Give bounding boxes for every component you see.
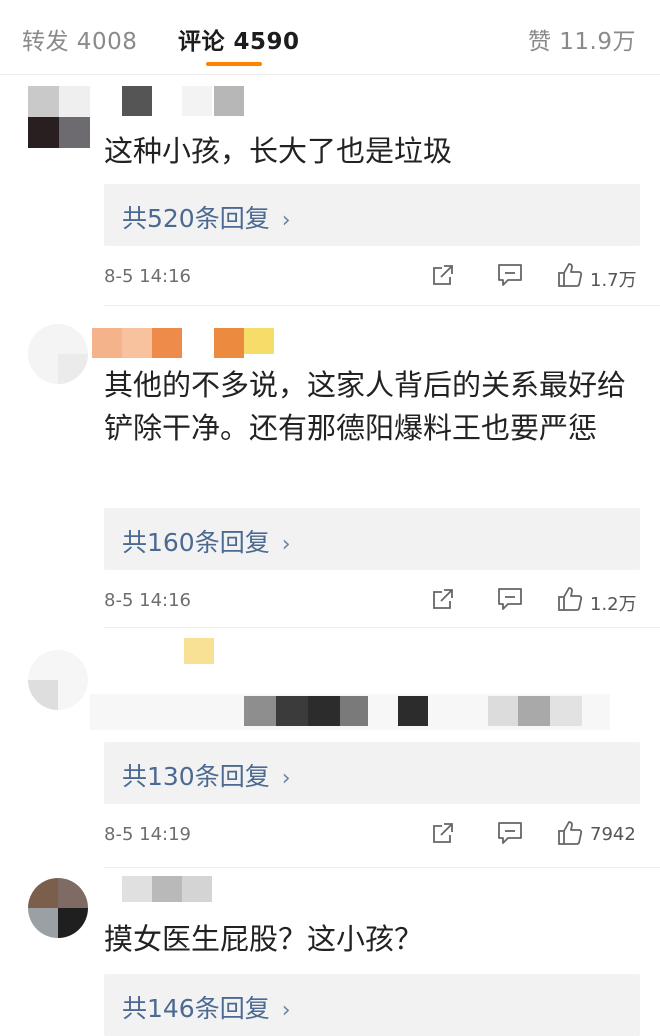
replies-count-label: 共146条回复 — [122, 994, 270, 1023]
tab-likes[interactable]: 赞 11.9万 — [528, 22, 636, 56]
replies-count-label: 共130条回复 — [122, 762, 270, 791]
active-tab-indicator — [206, 62, 262, 66]
share-icon[interactable] — [430, 586, 456, 612]
like-count: 7942 — [590, 824, 636, 845]
avatar-blurred — [28, 86, 90, 148]
comment-meta: 8-5 14:16 1.2万 — [104, 586, 640, 616]
like-count: 1.7万 — [590, 270, 637, 291]
comment-text-blurred — [90, 694, 610, 730]
share-icon[interactable] — [430, 820, 456, 846]
thumbs-up-icon — [558, 821, 583, 845]
comment-time: 8-5 14:16 — [104, 590, 191, 611]
comment-text: 这种小孩，长大了也是垃圾 — [104, 134, 453, 168]
comment-icon[interactable] — [496, 262, 524, 288]
comment-item: 这种小孩，长大了也是垃圾 共520条回复 › 8-5 14:16 1.7万 — [0, 74, 660, 306]
comment-icon[interactable] — [496, 586, 524, 612]
view-replies-button[interactable]: 共146条回复 › — [104, 974, 640, 1036]
comment-icon[interactable] — [496, 820, 524, 846]
comment-text: 其他的不多说，这家人背后的关系最好给铲除干净。还有那德阳爆料王也要严惩 — [104, 368, 627, 445]
tab-comments[interactable]: 评论 4590 — [178, 22, 300, 56]
thumbs-up-icon — [558, 263, 583, 287]
chevron-right-icon: › — [281, 998, 291, 1023]
view-replies-button[interactable]: 共130条回复 › — [104, 742, 640, 804]
comment-item: 共130条回复 › 8-5 14:19 7942 — [0, 628, 660, 868]
comment-meta: 8-5 14:16 1.7万 — [104, 262, 640, 292]
chevron-right-icon: › — [281, 208, 291, 233]
comment-meta: 8-5 14:19 7942 — [104, 820, 640, 850]
comment-time: 8-5 14:19 — [104, 824, 191, 845]
comment-text: 摸女医生屁股？这小孩？ — [104, 922, 424, 956]
tab-repost[interactable]: 转发 4008 — [22, 22, 137, 56]
username-blurred[interactable] — [104, 638, 244, 668]
view-replies-button[interactable]: 共520条回复 › — [104, 184, 640, 246]
chevron-right-icon: › — [281, 766, 291, 791]
thumbs-up-icon — [558, 587, 583, 611]
username-blurred[interactable] — [104, 86, 254, 116]
avatar-blurred — [28, 324, 88, 384]
username-blurred[interactable] — [92, 328, 304, 358]
share-icon[interactable] — [430, 262, 456, 288]
avatar-blurred — [28, 650, 88, 710]
username-blurred[interactable] — [104, 876, 234, 906]
comment-item: 其他的不多说，这家人背后的关系最好给铲除干净。还有那德阳爆料王也要严惩 共160… — [0, 306, 660, 628]
replies-count-label: 共160条回复 — [122, 528, 270, 557]
chevron-right-icon: › — [281, 532, 291, 557]
like-count: 1.2万 — [590, 594, 637, 615]
avatar-blurred — [28, 878, 88, 938]
view-replies-button[interactable]: 共160条回复 › — [104, 508, 640, 570]
comment-tabs: 转发 4008 评论 4590 赞 11.9万 — [0, 0, 660, 75]
comment-time: 8-5 14:16 — [104, 266, 191, 287]
comment-item: 摸女医生屁股？这小孩？ 共146条回复 › — [0, 868, 660, 1036]
replies-count-label: 共520条回复 — [122, 204, 270, 233]
